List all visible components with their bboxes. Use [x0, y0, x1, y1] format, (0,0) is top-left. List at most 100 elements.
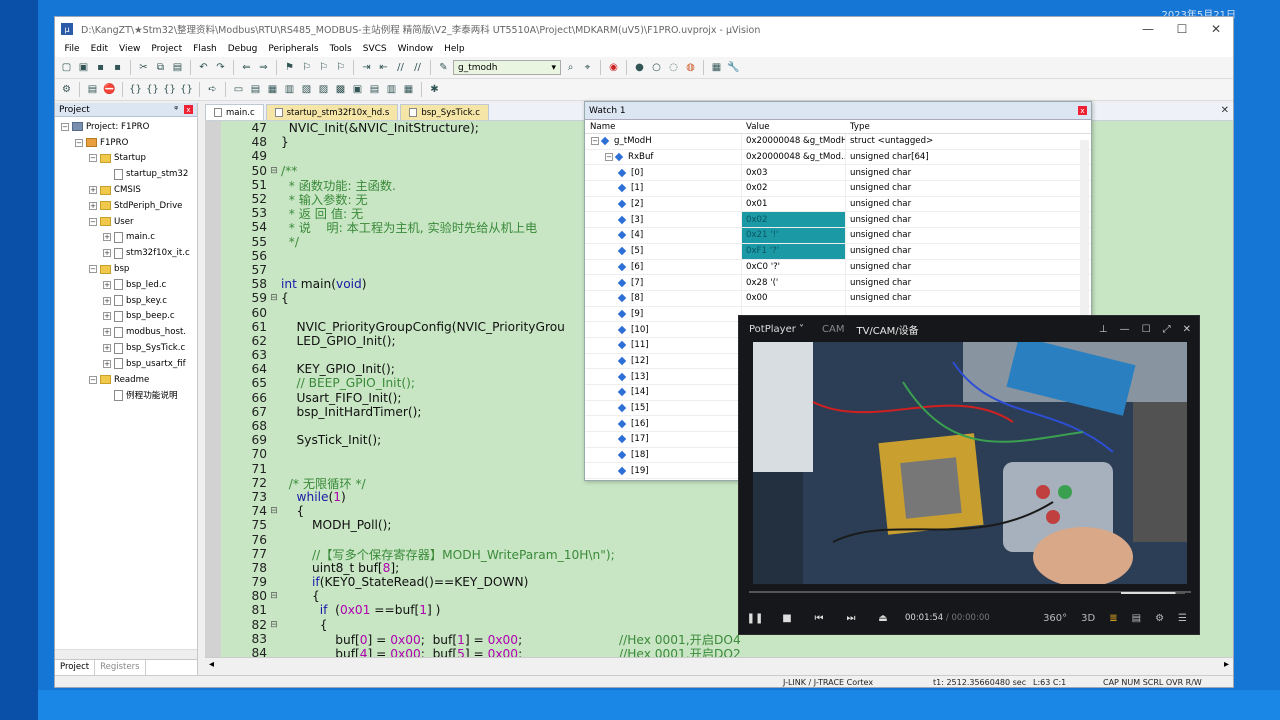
expander-icon[interactable]: +	[89, 201, 97, 210]
close-button[interactable]: ✕	[1199, 22, 1233, 36]
save-icon[interactable]: ▪	[93, 60, 108, 75]
watch-row[interactable]: [3] 0x02 unsigned char	[585, 212, 1091, 229]
close-editor-icon[interactable]: ✕	[1221, 105, 1229, 116]
indent-icon[interactable]: ⇥	[359, 60, 374, 75]
watch-row[interactable]: − RxBuf 0x20000048 &g_tMod... unsigned char…	[585, 149, 1091, 166]
tree-item[interactable]: − Startup	[55, 151, 197, 167]
menu-item-help[interactable]: Help	[439, 44, 471, 54]
fullscreen-icon[interactable]: ⤢	[1163, 324, 1171, 335]
disassembly-window-icon[interactable]: ▤	[248, 82, 263, 97]
close-icon[interactable]: x	[184, 105, 193, 114]
tree-item[interactable]: − User	[55, 214, 197, 230]
redo-icon[interactable]: ↷	[213, 60, 228, 75]
3d-icon[interactable]: 3D	[1081, 613, 1095, 624]
watch-row[interactable]: [2] 0x01 unsigned char	[585, 196, 1091, 213]
menu-icon[interactable]: ☰	[1178, 613, 1187, 624]
serial-window-icon[interactable]: ▣	[350, 82, 365, 97]
watch-row[interactable]: [4] 0x21 '!' unsigned char	[585, 228, 1091, 244]
menu-item-view[interactable]: View	[114, 44, 146, 54]
maximize-button[interactable]: ☐	[1165, 22, 1199, 36]
toolbox-icon[interactable]: ✱	[427, 82, 442, 97]
tree-item[interactable]: + main.c	[55, 230, 197, 246]
tree-item[interactable]: + StdPeriph_Drive	[55, 198, 197, 214]
pin-icon[interactable]: ᵠ	[174, 105, 178, 115]
tree-item[interactable]: 例程功能说明	[55, 388, 197, 404]
save-all-icon[interactable]: ▪	[110, 60, 125, 75]
copy-icon[interactable]: ⧉	[153, 60, 168, 75]
expander-icon[interactable]: −	[89, 154, 97, 163]
run-to-cursor-icon[interactable]: {}	[179, 82, 194, 97]
tree-item[interactable]: − bsp	[55, 261, 197, 277]
find-combo[interactable]: g_tmodh ▾	[453, 60, 561, 75]
expander-icon[interactable]: +	[103, 296, 111, 305]
watch-row[interactable]: [5] 0xF1 '?' unsigned char	[585, 243, 1091, 260]
show-next-statement-icon[interactable]: ➪	[205, 82, 220, 97]
step-over-icon[interactable]: {}	[145, 82, 160, 97]
watch-value[interactable]: 0x20000048 &g_tMod...	[741, 149, 845, 165]
watch-value[interactable]: 0x02	[741, 212, 845, 228]
registers-window-icon[interactable]: ▥	[282, 82, 297, 97]
find-in-files-icon[interactable]: ✎	[436, 60, 451, 75]
close-icon[interactable]: x	[1078, 106, 1087, 115]
scroll-left-icon[interactable]: ◂	[209, 659, 214, 670]
editor-tab[interactable]: bsp_SysTick.c	[400, 104, 489, 120]
code-line[interactable]: 84 buf[4] = 0x00; buf[5] = 0x00; //Hex 0…	[221, 646, 1233, 657]
tree-item[interactable]: − F1PRO	[55, 135, 197, 151]
trace-window-icon[interactable]: ▥	[384, 82, 399, 97]
expander-icon[interactable]: −	[605, 153, 613, 162]
tree-item[interactable]: − Readme	[55, 372, 197, 388]
editor-tab[interactable]: startup_stm32f10x_hd.s	[265, 104, 399, 120]
open-folder-icon[interactable]: ▣	[76, 60, 91, 75]
menu-item-peripherals[interactable]: Peripherals	[263, 44, 324, 54]
player-tab-device[interactable]: TV/CAM/设备	[856, 322, 918, 337]
step-out-icon[interactable]: {}	[162, 82, 177, 97]
expander-icon[interactable]: +	[89, 186, 97, 195]
menu-item-edit[interactable]: Edit	[85, 44, 113, 54]
watch-row[interactable]: − g_tModH 0x20000048 &g_tModH struct <untag…	[585, 134, 1091, 150]
uncomment-icon[interactable]: //	[410, 60, 425, 75]
watch-value[interactable]: 0x20000048 &g_tModH	[741, 134, 845, 149]
tab-registers[interactable]: Registers	[95, 660, 146, 675]
previous-icon[interactable]: ⏮	[803, 613, 835, 624]
tree-item[interactable]: + stm32f10x_it.c	[55, 245, 197, 261]
tree-item[interactable]: + modbus_host.	[55, 324, 197, 340]
debug-session-icon[interactable]: ◉	[606, 60, 621, 75]
expander-icon[interactable]: +	[103, 359, 111, 368]
fold-marker[interactable]: ⊟	[267, 293, 281, 303]
watch-value[interactable]: 0x00	[741, 290, 845, 306]
system-viewer-icon[interactable]: ▦	[401, 82, 416, 97]
maximize-icon[interactable]: ☐	[1142, 324, 1151, 335]
comment-icon[interactable]: //	[393, 60, 408, 75]
expander-icon[interactable]: +	[103, 233, 111, 242]
fold-marker[interactable]: ⊟	[267, 620, 281, 630]
next-icon[interactable]: ⏭	[835, 613, 867, 624]
watch-value[interactable]: 0x03	[741, 165, 845, 181]
tree-item[interactable]: + bsp_led.c	[55, 277, 197, 293]
minimize-icon[interactable]: —	[1120, 324, 1130, 335]
expander-icon[interactable]: −	[89, 265, 97, 274]
expander-icon[interactable]: +	[103, 312, 111, 321]
expander-icon[interactable]: +	[103, 344, 111, 353]
run-icon[interactable]: ▤	[85, 82, 100, 97]
paste-icon[interactable]: ▤	[170, 60, 185, 75]
vr-icon[interactable]: 360°	[1043, 613, 1067, 624]
nav-forward-icon[interactable]: ⇒	[256, 60, 271, 75]
window-layout-icon[interactable]: ▦	[709, 60, 724, 75]
breakpoint-insert-icon[interactable]: ●	[632, 60, 647, 75]
watch-row[interactable]: [6] 0xC0 '?' unsigned char	[585, 259, 1091, 276]
incremental-find-icon[interactable]: ⌖	[580, 60, 595, 75]
breakpoint-disable-icon[interactable]: ◌	[666, 60, 681, 75]
player-tab-cam[interactable]: CAM	[822, 324, 844, 335]
project-hscroll[interactable]	[55, 649, 197, 659]
fold-marker[interactable]: ⊟	[267, 166, 281, 176]
watch-window-icon[interactable]: ▨	[316, 82, 331, 97]
bookmark-icon[interactable]: ⚑	[282, 60, 297, 75]
fold-marker[interactable]: ⊟	[267, 591, 281, 601]
menu-item-project[interactable]: Project	[146, 44, 188, 54]
watch-value[interactable]: 0xC0 '?'	[741, 259, 845, 275]
playlist-search-icon[interactable]: ≣	[1109, 613, 1117, 624]
analysis-window-icon[interactable]: ▤	[367, 82, 382, 97]
tree-item[interactable]: + bsp_beep.c	[55, 309, 197, 325]
bookmark-next-icon[interactable]: ⚐	[316, 60, 331, 75]
editor-hscroll[interactable]: ◂ ▸	[205, 657, 1233, 675]
